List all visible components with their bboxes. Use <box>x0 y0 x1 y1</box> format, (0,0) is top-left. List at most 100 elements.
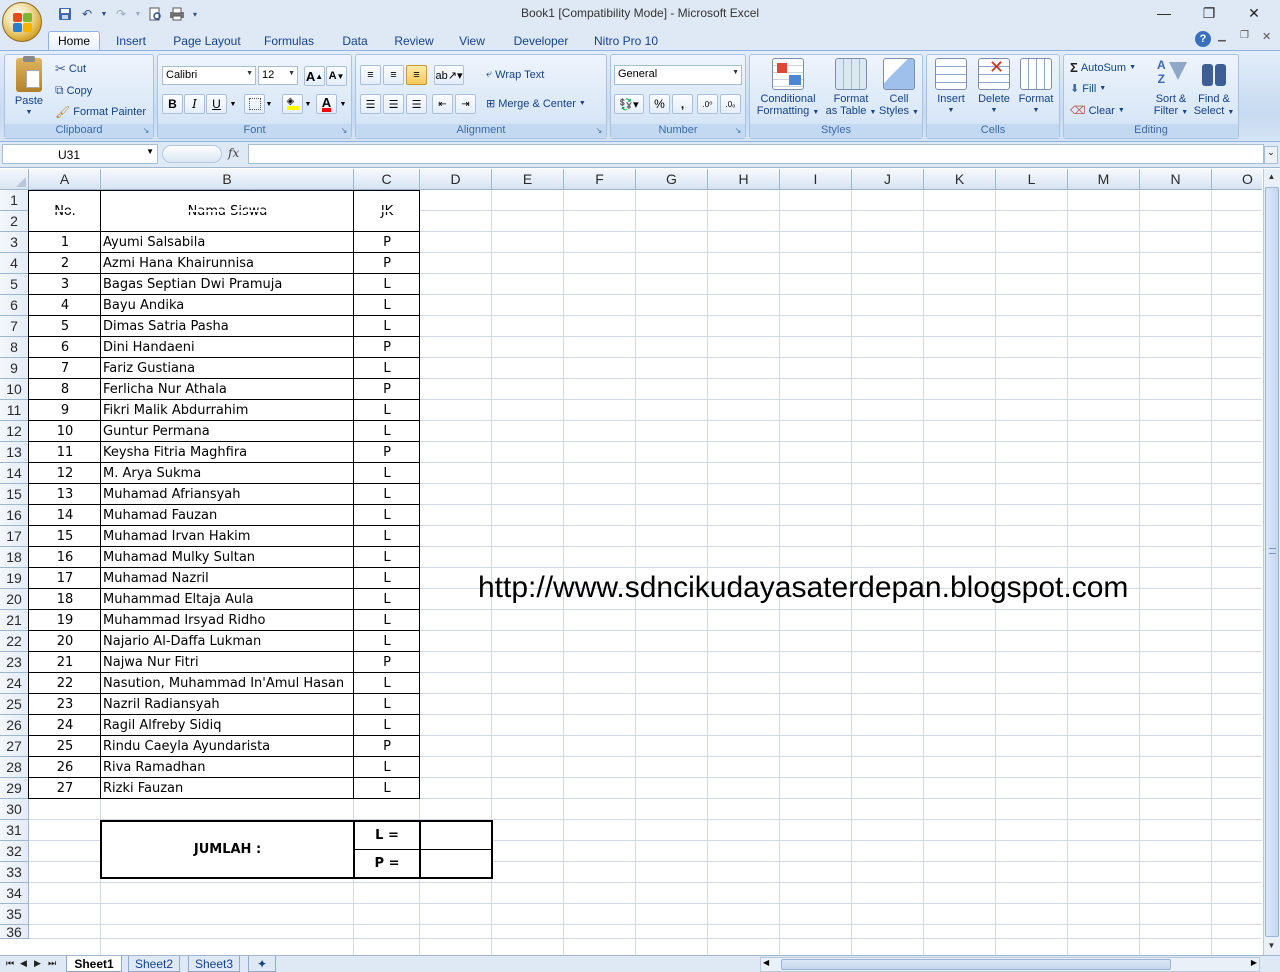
fill-color-button[interactable]: ◈ <box>282 94 303 114</box>
student-name-cell[interactable]: Muhamad Nazril <box>101 568 354 589</box>
column-header-j[interactable]: J <box>852 169 924 190</box>
student-no-cell[interactable]: 20 <box>29 631 101 652</box>
cell-styles-button[interactable]: Cell Styles ▼ <box>876 58 922 119</box>
row-header-24[interactable]: 24 <box>0 673 29 694</box>
student-name-cell[interactable]: Fariz Gustiana <box>101 358 354 379</box>
formula-input[interactable] <box>248 144 1264 164</box>
horizontal-scroll-thumb[interactable] <box>781 959 1171 970</box>
student-no-cell[interactable]: 24 <box>29 715 101 736</box>
column-header-e[interactable]: E <box>492 169 564 190</box>
column-header-d[interactable]: D <box>420 169 492 190</box>
student-jk-cell[interactable]: L <box>354 673 420 694</box>
row-header-12[interactable]: 12 <box>0 421 29 442</box>
student-no-cell[interactable]: 22 <box>29 673 101 694</box>
column-header-b[interactable]: B <box>101 169 354 190</box>
student-name-cell[interactable]: Nazril Radiansyah <box>101 694 354 715</box>
tab-data[interactable]: Data <box>334 31 376 50</box>
student-jk-cell[interactable]: P <box>354 652 420 673</box>
student-name-cell[interactable]: Najwa Nur Fitri <box>101 652 354 673</box>
row-header-3[interactable]: 3 <box>0 232 29 253</box>
column-header-k[interactable]: K <box>924 169 996 190</box>
student-jk-cell[interactable]: P <box>354 232 420 253</box>
student-name-cell[interactable]: Muhammad Irsyad Ridho <box>101 610 354 631</box>
select-all-button[interactable] <box>0 169 29 190</box>
student-jk-cell[interactable]: L <box>354 778 420 799</box>
percent-button[interactable]: % <box>649 94 670 114</box>
row-header-22[interactable]: 22 <box>0 631 29 652</box>
align-bottom-button[interactable]: ≡ <box>406 65 427 85</box>
row-header-17[interactable]: 17 <box>0 526 29 547</box>
font-color-dropdown-icon[interactable]: ▼ <box>338 94 348 114</box>
student-no-cell[interactable]: 5 <box>29 316 101 337</box>
prev-sheet-icon[interactable]: ◀ <box>20 958 27 969</box>
sheet-tab-sheet3[interactable]: Sheet3 <box>188 956 240 972</box>
insert-cells-button[interactable]: Insert ▼ <box>931 58 971 117</box>
workbook-close-icon[interactable]: ✕ <box>1262 30 1271 43</box>
grow-font-button[interactable]: A ▲ <box>304 66 325 86</box>
jumlah-l-cell[interactable]: L = <box>354 821 420 850</box>
borders-button[interactable] <box>244 94 265 114</box>
tab-insert[interactable]: Insert <box>108 31 154 50</box>
find-select-button[interactable]: Find & Select ▼ <box>1192 58 1236 119</box>
jumlah-label-cell[interactable]: JUMLAH : <box>101 821 354 878</box>
next-sheet-icon[interactable]: ▶ <box>34 958 41 969</box>
student-no-cell[interactable]: 4 <box>29 295 101 316</box>
student-jk-cell[interactable]: L <box>354 316 420 337</box>
increase-indent-button[interactable]: ⇥ <box>455 94 476 114</box>
fill-color-dropdown-icon[interactable]: ▼ <box>303 94 313 114</box>
row-header-2[interactable]: 2 <box>0 211 29 232</box>
row-header-36[interactable]: 36 <box>0 924 29 940</box>
student-no-cell[interactable]: 7 <box>29 358 101 379</box>
student-no-cell[interactable]: 23 <box>29 694 101 715</box>
alignment-launcher-icon[interactable]: ↘ <box>594 126 604 136</box>
student-jk-cell[interactable]: L <box>354 568 420 589</box>
name-box[interactable]: U31 ▼ <box>2 144 158 164</box>
insert-function-button[interactable]: fx <box>228 146 239 160</box>
student-jk-cell[interactable]: P <box>354 379 420 400</box>
sheet-tab-sheet1[interactable]: Sheet1 <box>66 956 122 972</box>
student-jk-cell[interactable]: L <box>354 715 420 736</box>
accounting-format-button[interactable]: 💱▾ <box>614 94 644 114</box>
student-jk-cell[interactable]: L <box>354 463 420 484</box>
row-header-30[interactable]: 30 <box>0 799 29 820</box>
first-sheet-icon[interactable]: ⏮ <box>6 958 14 969</box>
row-header-11[interactable]: 11 <box>0 400 29 421</box>
column-header-g[interactable]: G <box>636 169 708 190</box>
scroll-up-icon[interactable]: ▲ <box>1264 169 1279 185</box>
row-header-25[interactable]: 25 <box>0 694 29 715</box>
student-name-cell[interactable]: Bayu Andika <box>101 295 354 316</box>
column-header-h[interactable]: H <box>708 169 780 190</box>
bold-button[interactable]: B <box>162 94 183 114</box>
autosum-button[interactable]: Σ AutoSum ▼ <box>1070 60 1136 75</box>
row-header-26[interactable]: 26 <box>0 715 29 736</box>
scroll-down-icon[interactable]: ▼ <box>1264 938 1279 954</box>
row-header-35[interactable]: 35 <box>0 904 29 925</box>
row-header-6[interactable]: 6 <box>0 295 29 316</box>
student-jk-cell[interactable]: P <box>354 736 420 757</box>
underline-dropdown-icon[interactable]: ▼ <box>228 94 238 114</box>
column-header-a[interactable]: A <box>29 169 101 190</box>
student-name-cell[interactable]: Najario Al-Daffa Lukman <box>101 631 354 652</box>
row-header-21[interactable]: 21 <box>0 610 29 631</box>
student-name-cell[interactable]: Bagas Septian Dwi Pramuja <box>101 274 354 295</box>
font-color-button[interactable]: A <box>316 94 337 114</box>
student-name-cell[interactable]: Muhammad Eltaja Aula <box>101 589 354 610</box>
decrease-indent-button[interactable]: ⇤ <box>432 94 453 114</box>
student-jk-cell[interactable]: L <box>354 631 420 652</box>
student-no-cell[interactable]: 8 <box>29 379 101 400</box>
column-header-m[interactable]: M <box>1068 169 1140 190</box>
student-no-cell[interactable]: 2 <box>29 253 101 274</box>
restore-button[interactable]: ❐ <box>1195 2 1223 24</box>
tab-page-layout[interactable]: Page Layout <box>168 31 246 50</box>
row-header-19[interactable]: 19 <box>0 568 29 589</box>
insert-sheet-icon[interactable]: ✦ <box>248 956 276 972</box>
student-no-cell[interactable]: 25 <box>29 736 101 757</box>
student-jk-cell[interactable]: L <box>354 694 420 715</box>
student-jk-cell[interactable]: L <box>354 358 420 379</box>
student-name-cell[interactable]: Riva Ramadhan <box>101 757 354 778</box>
student-no-cell[interactable]: 19 <box>29 610 101 631</box>
row-header-29[interactable]: 29 <box>0 778 29 799</box>
student-name-cell[interactable]: Ferlicha Nur Athala <box>101 379 354 400</box>
student-name-cell[interactable]: Rindu Caeyla Ayundarista <box>101 736 354 757</box>
underline-button[interactable]: U <box>206 94 227 114</box>
